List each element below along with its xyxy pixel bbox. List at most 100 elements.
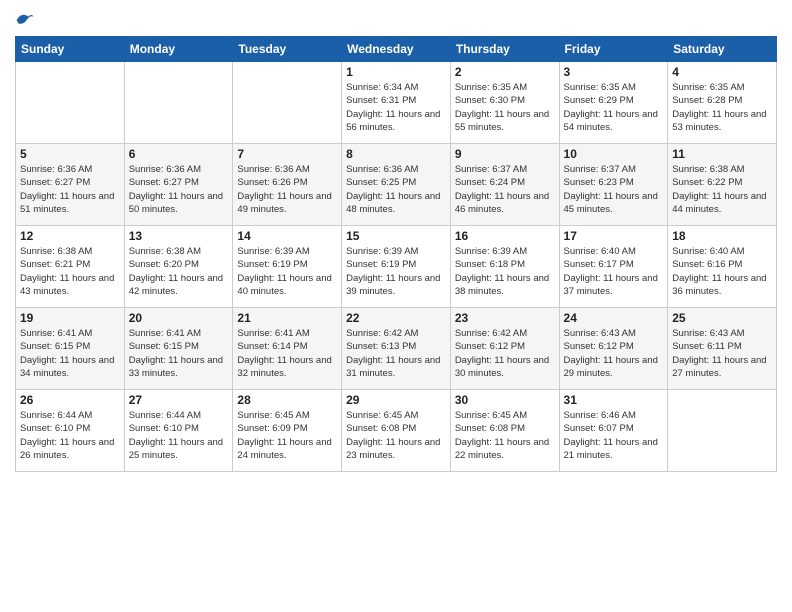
day-number: 23 <box>455 311 555 325</box>
day-info: Sunrise: 6:41 AM Sunset: 6:14 PM Dayligh… <box>237 327 337 380</box>
day-info: Sunrise: 6:38 AM Sunset: 6:20 PM Dayligh… <box>129 245 229 298</box>
day-info: Sunrise: 6:42 AM Sunset: 6:13 PM Dayligh… <box>346 327 446 380</box>
calendar-cell: 4 Sunrise: 6:35 AM Sunset: 6:28 PM Daylig… <box>668 62 777 144</box>
calendar-cell: 29Sunrise: 6:45 AM Sunset: 6:08 PM Dayli… <box>342 390 451 472</box>
day-info: Sunrise: 6:35 AM Sunset: 6:29 PM Dayligh… <box>564 81 664 134</box>
day-number: 8 <box>346 147 446 161</box>
day-info: Sunrise: 6:40 AM Sunset: 6:17 PM Dayligh… <box>564 245 664 298</box>
day-number: 15 <box>346 229 446 243</box>
day-info: Sunrise: 6:45 AM Sunset: 6:09 PM Dayligh… <box>237 409 337 462</box>
calendar-cell: 7 Sunrise: 6:36 AM Sunset: 6:26 PM Daylig… <box>233 144 342 226</box>
calendar-cell: 2Sunrise: 6:35 AM Sunset: 6:30 PM Daylig… <box>450 62 559 144</box>
day-number: 3 <box>564 65 664 79</box>
day-number: 4 <box>672 65 772 79</box>
header-wednesday: Wednesday <box>342 37 451 62</box>
calendar-cell: 14 Sunrise: 6:39 AM Sunset: 6:19 PM Dayli… <box>233 226 342 308</box>
day-number: 14 <box>237 229 337 243</box>
calendar-cell: 20 Sunrise: 6:41 AM Sunset: 6:15 PM Dayli… <box>124 308 233 390</box>
logo <box>15 10 37 30</box>
calendar-cell: 13 Sunrise: 6:38 AM Sunset: 6:20 PM Dayli… <box>124 226 233 308</box>
calendar-cell <box>16 62 125 144</box>
day-info: Sunrise: 6:38 AM Sunset: 6:22 PM Dayligh… <box>672 163 772 216</box>
calendar-cell: 8Sunrise: 6:36 AM Sunset: 6:25 PM Daylig… <box>342 144 451 226</box>
calendar-week-row: 12 Sunrise: 6:38 AM Sunset: 6:21 PM Dayli… <box>16 226 777 308</box>
calendar-cell: 12 Sunrise: 6:38 AM Sunset: 6:21 PM Dayli… <box>16 226 125 308</box>
header-friday: Friday <box>559 37 668 62</box>
day-number: 11 <box>672 147 772 161</box>
calendar-week-row: 26Sunrise: 6:44 AM Sunset: 6:10 PM Dayli… <box>16 390 777 472</box>
day-number: 21 <box>237 311 337 325</box>
day-number: 22 <box>346 311 446 325</box>
day-number: 19 <box>20 311 120 325</box>
day-number: 30 <box>455 393 555 407</box>
header-tuesday: Tuesday <box>233 37 342 62</box>
day-number: 31 <box>564 393 664 407</box>
day-info: Sunrise: 6:45 AM Sunset: 6:08 PM Dayligh… <box>346 409 446 462</box>
day-number: 7 <box>237 147 337 161</box>
day-info: Sunrise: 6:45 AM Sunset: 6:08 PM Dayligh… <box>455 409 555 462</box>
calendar-cell: 5Sunrise: 6:36 AM Sunset: 6:27 PM Daylig… <box>16 144 125 226</box>
calendar-cell <box>233 62 342 144</box>
calendar-cell: 19 Sunrise: 6:41 AM Sunset: 6:15 PM Dayli… <box>16 308 125 390</box>
day-info: Sunrise: 6:39 AM Sunset: 6:19 PM Dayligh… <box>237 245 337 298</box>
day-number: 24 <box>564 311 664 325</box>
calendar-cell: 22 Sunrise: 6:42 AM Sunset: 6:13 PM Dayli… <box>342 308 451 390</box>
day-info: Sunrise: 6:46 AM Sunset: 6:07 PM Dayligh… <box>564 409 664 462</box>
day-number: 13 <box>129 229 229 243</box>
calendar-week-row: 5Sunrise: 6:36 AM Sunset: 6:27 PM Daylig… <box>16 144 777 226</box>
calendar-cell <box>124 62 233 144</box>
day-info: Sunrise: 6:44 AM Sunset: 6:10 PM Dayligh… <box>129 409 229 462</box>
calendar-week-row: 1Sunrise: 6:34 AM Sunset: 6:31 PM Daylig… <box>16 62 777 144</box>
day-number: 12 <box>20 229 120 243</box>
calendar-cell: 9Sunrise: 6:37 AM Sunset: 6:24 PM Daylig… <box>450 144 559 226</box>
calendar-cell: 16 Sunrise: 6:39 AM Sunset: 6:18 PM Dayli… <box>450 226 559 308</box>
header-saturday: Saturday <box>668 37 777 62</box>
day-info: Sunrise: 6:35 AM Sunset: 6:30 PM Dayligh… <box>455 81 555 134</box>
header <box>15 10 777 30</box>
calendar-table: Sunday Monday Tuesday Wednesday Thursday… <box>15 36 777 472</box>
day-info: Sunrise: 6:43 AM Sunset: 6:12 PM Dayligh… <box>564 327 664 380</box>
day-number: 9 <box>455 147 555 161</box>
calendar-cell: 25Sunrise: 6:43 AM Sunset: 6:11 PM Dayli… <box>668 308 777 390</box>
day-info: Sunrise: 6:39 AM Sunset: 6:18 PM Dayligh… <box>455 245 555 298</box>
day-info: Sunrise: 6:44 AM Sunset: 6:10 PM Dayligh… <box>20 409 120 462</box>
calendar-page: Sunday Monday Tuesday Wednesday Thursday… <box>0 0 792 612</box>
header-monday: Monday <box>124 37 233 62</box>
logo-icon <box>15 10 35 30</box>
weekday-header-row: Sunday Monday Tuesday Wednesday Thursday… <box>16 37 777 62</box>
calendar-cell: 17Sunrise: 6:40 AM Sunset: 6:17 PM Dayli… <box>559 226 668 308</box>
calendar-cell: 10 Sunrise: 6:37 AM Sunset: 6:23 PM Dayli… <box>559 144 668 226</box>
day-number: 28 <box>237 393 337 407</box>
calendar-cell: 11 Sunrise: 6:38 AM Sunset: 6:22 PM Dayli… <box>668 144 777 226</box>
day-number: 5 <box>20 147 120 161</box>
day-number: 16 <box>455 229 555 243</box>
calendar-cell: 1Sunrise: 6:34 AM Sunset: 6:31 PM Daylig… <box>342 62 451 144</box>
header-sunday: Sunday <box>16 37 125 62</box>
calendar-cell: 23 Sunrise: 6:42 AM Sunset: 6:12 PM Dayli… <box>450 308 559 390</box>
day-info: Sunrise: 6:40 AM Sunset: 6:16 PM Dayligh… <box>672 245 772 298</box>
header-thursday: Thursday <box>450 37 559 62</box>
day-number: 6 <box>129 147 229 161</box>
day-info: Sunrise: 6:34 AM Sunset: 6:31 PM Dayligh… <box>346 81 446 134</box>
day-info: Sunrise: 6:41 AM Sunset: 6:15 PM Dayligh… <box>20 327 120 380</box>
day-info: Sunrise: 6:35 AM Sunset: 6:28 PM Dayligh… <box>672 81 772 134</box>
calendar-week-row: 19 Sunrise: 6:41 AM Sunset: 6:15 PM Dayli… <box>16 308 777 390</box>
day-number: 25 <box>672 311 772 325</box>
day-info: Sunrise: 6:42 AM Sunset: 6:12 PM Dayligh… <box>455 327 555 380</box>
calendar-cell: 15Sunrise: 6:39 AM Sunset: 6:19 PM Dayli… <box>342 226 451 308</box>
calendar-cell: 21 Sunrise: 6:41 AM Sunset: 6:14 PM Dayli… <box>233 308 342 390</box>
day-number: 10 <box>564 147 664 161</box>
calendar-cell: 3 Sunrise: 6:35 AM Sunset: 6:29 PM Daylig… <box>559 62 668 144</box>
day-number: 20 <box>129 311 229 325</box>
calendar-cell: 18 Sunrise: 6:40 AM Sunset: 6:16 PM Dayli… <box>668 226 777 308</box>
calendar-cell: 24 Sunrise: 6:43 AM Sunset: 6:12 PM Dayli… <box>559 308 668 390</box>
day-info: Sunrise: 6:37 AM Sunset: 6:23 PM Dayligh… <box>564 163 664 216</box>
calendar-cell: 31 Sunrise: 6:46 AM Sunset: 6:07 PM Dayli… <box>559 390 668 472</box>
day-info: Sunrise: 6:36 AM Sunset: 6:26 PM Dayligh… <box>237 163 337 216</box>
calendar-cell: 28 Sunrise: 6:45 AM Sunset: 6:09 PM Dayli… <box>233 390 342 472</box>
day-number: 18 <box>672 229 772 243</box>
day-info: Sunrise: 6:38 AM Sunset: 6:21 PM Dayligh… <box>20 245 120 298</box>
calendar-cell: 6Sunrise: 6:36 AM Sunset: 6:27 PM Daylig… <box>124 144 233 226</box>
calendar-cell: 26Sunrise: 6:44 AM Sunset: 6:10 PM Dayli… <box>16 390 125 472</box>
day-info: Sunrise: 6:41 AM Sunset: 6:15 PM Dayligh… <box>129 327 229 380</box>
